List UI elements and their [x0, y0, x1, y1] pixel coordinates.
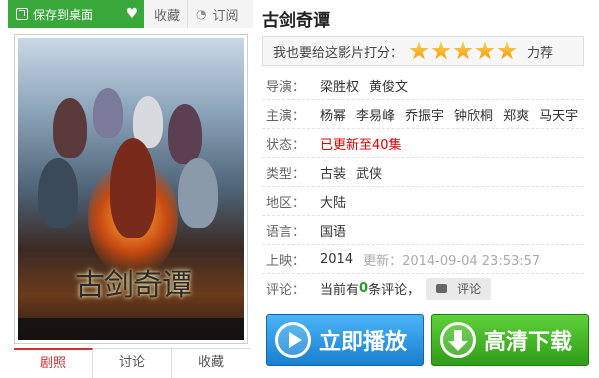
- subscribe-button[interactable]: ◔ 订阅: [188, 0, 253, 28]
- genre-row: 类型： 古装 武侠: [262, 158, 584, 187]
- cast-link[interactable]: 郑爽: [503, 105, 529, 124]
- genre-link[interactable]: 古装: [320, 163, 346, 182]
- save-to-desktop-label: 保存到桌面: [33, 7, 94, 22]
- download-arrow-icon: [440, 322, 476, 358]
- genre-link[interactable]: 武侠: [356, 163, 382, 182]
- poster-caption-bar: [18, 318, 244, 340]
- cast-link[interactable]: 杨幂: [320, 105, 346, 124]
- cast-label: 主演：: [266, 108, 306, 124]
- save-to-desktop-icon: [16, 8, 28, 20]
- director-link[interactable]: 黄俊文: [369, 76, 408, 95]
- play-label: 立即播放: [319, 330, 408, 355]
- comments-suffix: 条评论，: [368, 283, 421, 298]
- director-row: 导演： 梁胜权 黄俊文: [262, 71, 584, 100]
- download-button[interactable]: 高清下载: [431, 314, 589, 366]
- star-icon[interactable]: [453, 41, 473, 60]
- cast-row: 主演： 杨幂 李易峰 乔振宇 钟欣桐 郑爽 马天宇: [262, 100, 584, 129]
- poster-figure: [93, 88, 123, 138]
- cast-link[interactable]: 乔振宇: [405, 105, 444, 124]
- star-icon[interactable]: [475, 41, 495, 60]
- cast-link[interactable]: 马天宇: [539, 105, 578, 124]
- language-label: 语言：: [266, 224, 306, 240]
- comments-label: 评论：: [266, 283, 306, 298]
- poster-figure: [53, 98, 87, 158]
- cast-link[interactable]: 李易峰: [356, 105, 395, 124]
- play-button[interactable]: 立即播放: [266, 314, 424, 366]
- toolbar: 保存到桌面 ♥ 收藏 ◔ 订阅: [8, 0, 253, 28]
- left-panel: 保存到桌面 ♥ 收藏 ◔ 订阅 古剑奇谭 剧照 讨论 收藏: [0, 0, 254, 378]
- comments-row: 评论： 当前有 0 条评论， 评论: [262, 274, 584, 303]
- info-table: 导演： 梁胜权 黄俊文 主演： 杨幂 李易峰 乔振宇 钟欣桐 郑爽 马天宇 状态…: [262, 71, 584, 303]
- rss-icon: ◔: [196, 7, 207, 21]
- tab-stills[interactable]: 剧照: [14, 348, 93, 378]
- region-link[interactable]: 大陆: [320, 192, 346, 211]
- director-label: 导演：: [266, 79, 306, 95]
- poster-image: 古剑奇谭: [18, 38, 244, 340]
- status-label: 状态：: [266, 137, 306, 153]
- comment-button-label: 评论: [457, 282, 482, 296]
- comments-prefix: 当前有: [320, 283, 360, 298]
- director-link[interactable]: 梁胜权: [320, 76, 359, 95]
- subscribe-label: 订阅: [212, 8, 239, 24]
- tab-favorites[interactable]: 收藏: [172, 349, 250, 378]
- poster-figure: [178, 158, 218, 228]
- heart-icon: ♥: [120, 0, 144, 28]
- page-title: 古剑奇谭: [262, 11, 330, 31]
- release-year: 2014: [320, 251, 354, 267]
- poster-frame[interactable]: 古剑奇谭: [14, 34, 248, 344]
- updated-time: 更新：2014-09-04 23:53:57: [363, 253, 541, 269]
- save-to-desktop-button[interactable]: 保存到桌面: [8, 0, 120, 28]
- favorite-label: 收藏: [154, 8, 181, 24]
- star-icon[interactable]: [409, 41, 429, 60]
- rating-stars[interactable]: [409, 41, 519, 61]
- rating-prompt: 我也要给这影片打分：: [273, 45, 404, 61]
- rating-box: 我也要给这影片打分： 力荐: [262, 36, 584, 66]
- region-label: 地区：: [266, 195, 306, 211]
- comments-count: 0: [359, 281, 369, 296]
- star-icon[interactable]: [431, 41, 451, 60]
- download-label: 高清下载: [484, 330, 573, 355]
- star-icon[interactable]: [497, 41, 517, 60]
- release-label: 上映：: [266, 253, 306, 269]
- favorite-button[interactable]: ♥ 收藏: [120, 0, 188, 28]
- speech-bubble-icon: [436, 284, 448, 293]
- poster-hero: [110, 138, 156, 238]
- tab-discussion[interactable]: 讨论: [93, 349, 172, 378]
- language-row: 语言： 国语: [262, 216, 584, 245]
- poster-title: 古剑奇谭: [75, 268, 192, 303]
- status-value: 已更新至40集: [320, 137, 402, 153]
- region-row: 地区： 大陆: [262, 187, 584, 216]
- comment-button[interactable]: 评论: [426, 277, 492, 300]
- status-row: 状态： 已更新至40集: [262, 129, 584, 158]
- release-row: 上映： 2014 更新：2014-09-04 23:53:57: [262, 245, 584, 274]
- rating-recommend: 力荐: [527, 45, 554, 61]
- cast-link[interactable]: 钟欣桐: [454, 105, 493, 124]
- poster-figure: [168, 104, 202, 164]
- genre-label: 类型：: [266, 166, 306, 182]
- language-link[interactable]: 国语: [320, 221, 346, 240]
- poster-figure: [38, 158, 78, 228]
- play-circle-icon: [275, 322, 311, 358]
- poster-tabs: 剧照 讨论 收藏: [14, 348, 250, 378]
